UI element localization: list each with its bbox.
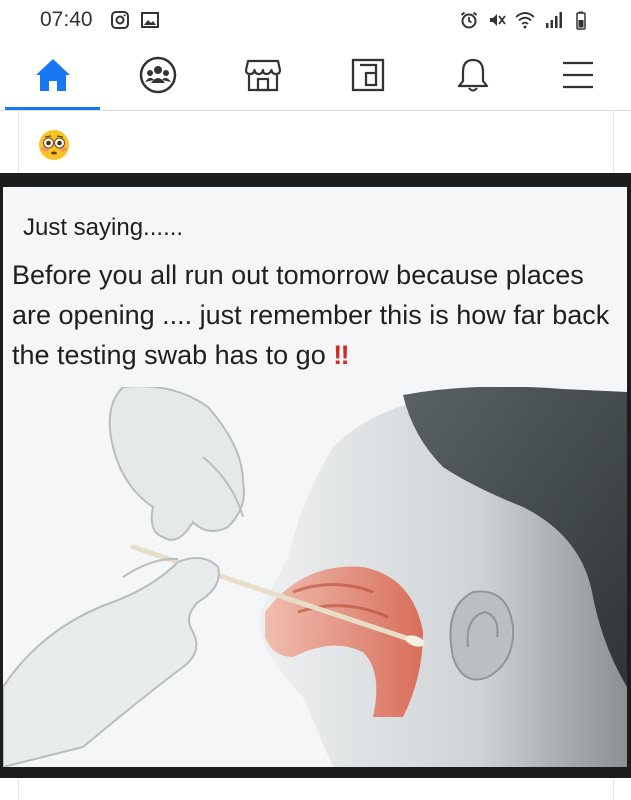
nav-tab-menu[interactable] bbox=[525, 40, 630, 110]
menu-icon bbox=[562, 61, 593, 89]
status-bar: 07:40 bbox=[0, 0, 631, 40]
double-exclamation-emoji: ‼ bbox=[333, 340, 349, 370]
image-caption-line2: Before you all run out tomorrow because … bbox=[12, 255, 617, 375]
nav-bar bbox=[0, 40, 631, 111]
bell-icon bbox=[457, 58, 488, 92]
post-text-area bbox=[18, 111, 614, 173]
groups-icon bbox=[139, 56, 176, 94]
gallery-icon bbox=[141, 12, 159, 28]
nav-tab-home[interactable] bbox=[0, 40, 105, 110]
image-caption-text: Before you all run out tomorrow because … bbox=[12, 260, 610, 370]
mute-icon bbox=[490, 14, 506, 26]
home-icon bbox=[35, 59, 70, 91]
post-image[interactable]: Just saying...... Before you all run out… bbox=[0, 173, 631, 778]
watch-icon bbox=[351, 58, 384, 92]
image-caption-line1: Just saying...... bbox=[23, 214, 184, 241]
instagram-icon bbox=[111, 11, 129, 29]
flushed-face-emoji bbox=[39, 130, 69, 160]
nav-tab-watch[interactable] bbox=[315, 40, 420, 110]
nav-tab-notifications[interactable] bbox=[420, 40, 525, 110]
alarm-icon bbox=[460, 11, 478, 29]
meme-image: Just saying...... Before you all run out… bbox=[3, 187, 627, 767]
marketplace-icon bbox=[244, 59, 281, 92]
post-footer bbox=[18, 778, 614, 800]
status-time: 07:40 bbox=[40, 8, 93, 31]
nav-tab-groups[interactable] bbox=[105, 40, 210, 110]
wifi-icon bbox=[515, 12, 535, 29]
nav-tab-marketplace[interactable] bbox=[210, 40, 315, 110]
battery-icon bbox=[576, 11, 586, 30]
signal-icon bbox=[546, 12, 562, 28]
nasal-swab-illustration bbox=[3, 387, 627, 767]
